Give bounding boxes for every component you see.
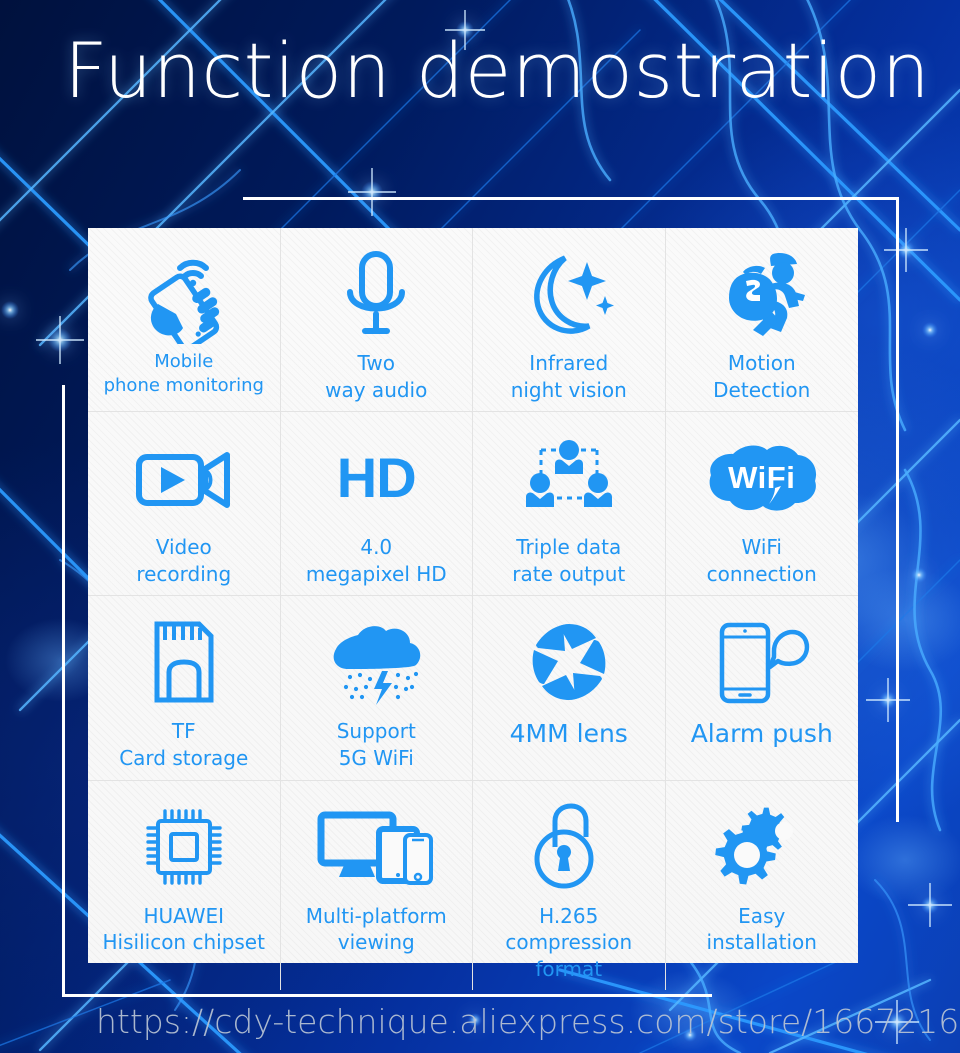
wifi-cloud-badge-icon: WiFi bbox=[672, 426, 853, 530]
feature-label-line1: Motion bbox=[727, 351, 796, 375]
feature-label-line2: night vision bbox=[510, 377, 627, 402]
feature-label-line2: phone monitoring bbox=[103, 374, 264, 396]
frame-line-bottom bbox=[62, 994, 712, 997]
wifi-glyph-label: WiFi bbox=[728, 460, 796, 496]
feature-label-line1: Video bbox=[155, 535, 212, 560]
camera-aperture-icon bbox=[479, 610, 659, 714]
feature-label-line2: megapixel HD bbox=[305, 561, 447, 586]
feature-label-line2: rate output bbox=[512, 561, 626, 586]
hd-glyph-label: HD bbox=[336, 446, 417, 510]
feature-grid: Mobile phone monitoring Two way audio In… bbox=[88, 228, 858, 991]
feature-cell-4mm-lens: 4MM lens bbox=[473, 596, 666, 781]
feature-label-line1: Alarm push bbox=[690, 719, 833, 749]
feature-cell-megapixel-hd: HD 4.0 megapixel HD bbox=[280, 412, 473, 597]
feature-label-line1: Multi-platform bbox=[305, 903, 447, 928]
feature-label-line1: Triple data bbox=[516, 535, 622, 560]
phone-speech-bubble-icon bbox=[672, 610, 853, 714]
feature-label-line1: 4.0 bbox=[360, 535, 393, 560]
feature-label-line1: Mobile bbox=[154, 351, 214, 372]
feature-label-line1: Easy bbox=[738, 903, 786, 928]
page-title: Function demostration bbox=[64, 26, 931, 115]
multi-device-screens-icon bbox=[287, 795, 467, 899]
feature-label-line2: Hisilicon chipset bbox=[102, 930, 265, 955]
moon-sparkle-icon bbox=[479, 242, 659, 346]
hd-text-icon: HD bbox=[287, 426, 467, 530]
gears-icon bbox=[672, 795, 853, 899]
feature-label-line1: H.265 bbox=[539, 903, 599, 928]
tf-memory-card-icon bbox=[94, 610, 274, 714]
feature-cell-h265-compression-format: H.265 compression format bbox=[473, 780, 666, 991]
feature-cell-video-recording: Video recording bbox=[88, 412, 281, 597]
cpu-chip-icon bbox=[94, 795, 274, 899]
frame-line-top bbox=[243, 197, 899, 200]
feature-cell-two-way-audio: Two way audio bbox=[280, 228, 473, 413]
feature-label-line1: WiFi bbox=[741, 535, 782, 560]
feature-label-line2: recording bbox=[136, 561, 232, 586]
feature-label-line2: Detection bbox=[713, 377, 811, 402]
feature-cell-support-5g-wifi: Support 5G WiFi bbox=[280, 596, 473, 781]
cloud-snow-lightning-icon bbox=[287, 610, 467, 714]
feature-label-line1: HUAWEI bbox=[143, 903, 225, 928]
feature-label-line2: viewing bbox=[337, 930, 415, 955]
feature-label-line3: format bbox=[535, 956, 603, 981]
feature-cell-tf-card-storage: TF Card storage bbox=[88, 596, 281, 781]
thief-money-bag-icon bbox=[672, 242, 853, 346]
feature-cell-infrared-night-vision: Infrared night vision bbox=[473, 228, 666, 413]
feature-label-line2: Card storage bbox=[119, 745, 249, 770]
feature-cell-alarm-push: Alarm push bbox=[665, 596, 858, 781]
feature-cell-wifi-connection: WiFi WiFi connection bbox=[665, 412, 858, 597]
frame-line-left bbox=[62, 385, 65, 997]
feature-cell-multi-platform-viewing: Multi-platform viewing bbox=[281, 780, 473, 991]
feature-cell-easy-installation: Easy installation bbox=[666, 781, 859, 991]
frame-line-right bbox=[896, 197, 899, 822]
feature-cell-mobile-phone-monitoring: Mobile phone monitoring bbox=[88, 228, 281, 413]
feature-label-line1: Infrared bbox=[529, 351, 609, 375]
feature-cell-motion-detection: Motion Detection bbox=[665, 228, 858, 413]
feature-label-line1: Support bbox=[336, 719, 416, 744]
feature-label-line2: installation bbox=[706, 930, 817, 955]
feature-label-line1: TF bbox=[171, 719, 196, 744]
feature-label-line2: connection bbox=[706, 561, 817, 586]
feature-label-line1: Two bbox=[357, 351, 395, 375]
video-camera-play-icon bbox=[94, 426, 274, 530]
feature-cell-triple-data-rate-output: Triple data rate output bbox=[473, 412, 666, 597]
triple-node-network-icon bbox=[479, 426, 659, 530]
feature-label-line2: 5G WiFi bbox=[338, 745, 414, 770]
store-url[interactable]: https://cdy-technique.aliexpress.com/sto… bbox=[96, 1002, 959, 1041]
feature-label-line2: way audio bbox=[325, 377, 428, 402]
feature-label-line1: 4MM lens bbox=[509, 719, 628, 749]
hand-holding-phone-wifi-icon bbox=[94, 242, 274, 346]
feature-cell-huawei-hisilicon-chipset: HUAWEI Hisilicon chipset bbox=[88, 780, 281, 991]
padlock-keyhole-icon bbox=[479, 795, 659, 899]
feature-label-line2: compression bbox=[505, 930, 633, 955]
microphone-icon bbox=[287, 242, 467, 346]
